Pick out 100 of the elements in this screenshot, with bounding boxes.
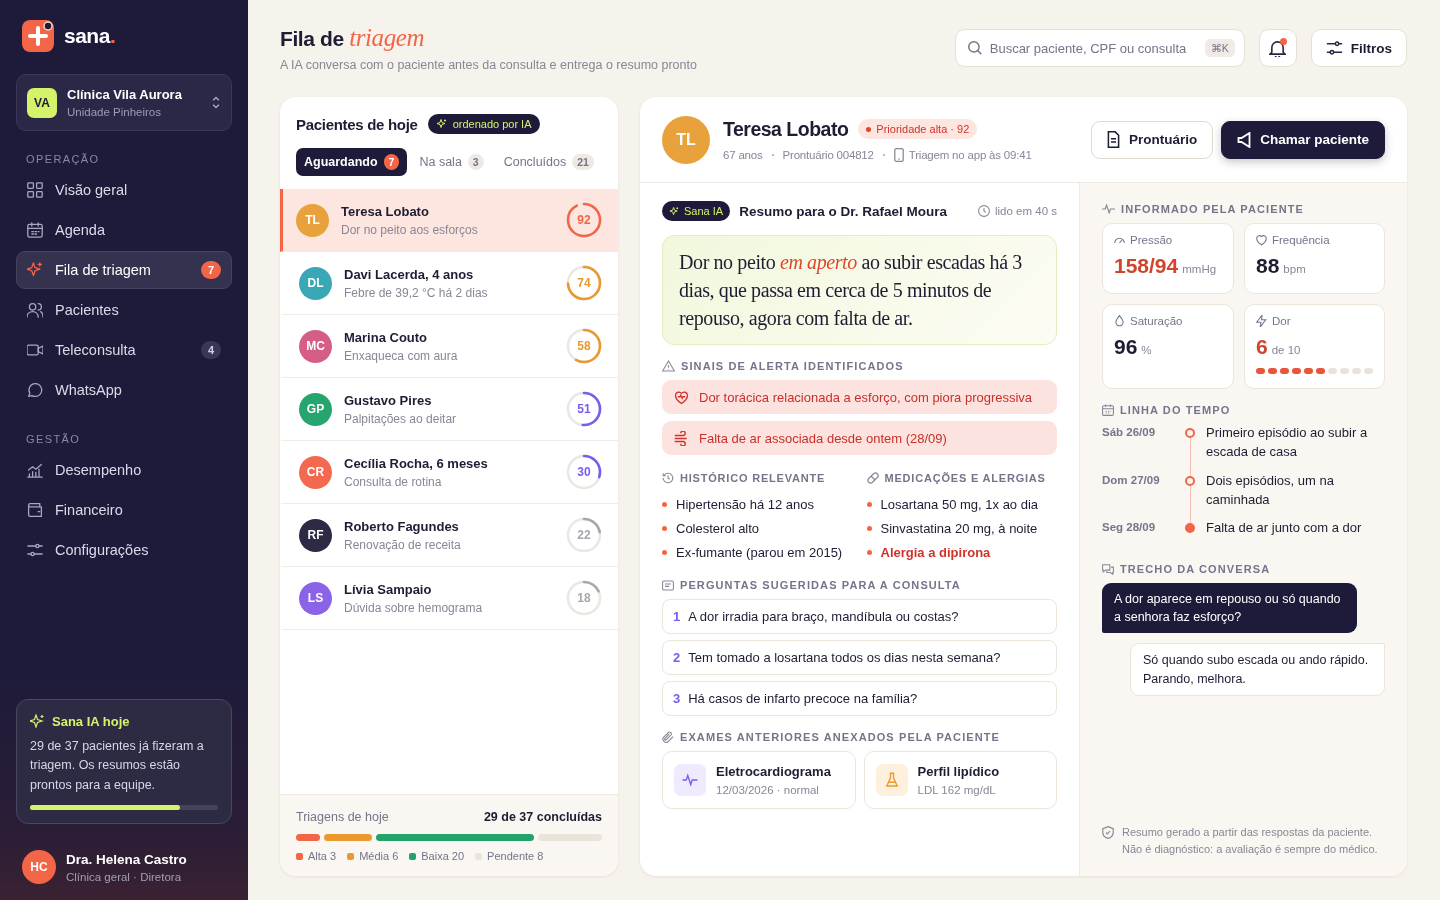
section-title: PERGUNTAS SUGERIDAS PARA A CONSULTA xyxy=(680,579,961,591)
section-title: TRECHO DA CONVERSA xyxy=(1120,563,1271,576)
question-text: Tem tomado a losartana todos os dias nesta semana? xyxy=(688,650,1001,665)
patient-name: Gustavo Pires xyxy=(344,392,433,408)
exam-detail: 12/03/2026 · normal xyxy=(716,784,820,796)
patient-row[interactable]: DL Davi Lacerda, 4 anos Febre de 39,2 °C há 2 dias 74 xyxy=(280,252,618,315)
legend-swatch xyxy=(347,852,355,860)
list-item: Sinvastatina 20 mg, à noite xyxy=(880,520,1038,536)
bell-icon xyxy=(1269,39,1287,57)
vital-value: 158/94 xyxy=(1114,254,1179,278)
section-title: SINAIS DE ALERTA IDENTIFICADOS xyxy=(681,360,904,372)
clock-icon xyxy=(978,205,990,217)
nav-item[interactable]: Visão geral xyxy=(16,171,232,209)
bullet xyxy=(662,525,667,531)
bullet xyxy=(866,525,872,531)
nav-item[interactable]: WhatsApp xyxy=(16,371,232,409)
patient-reason: Renovação de receita xyxy=(344,537,462,552)
read-time: lido em 40 s xyxy=(995,205,1057,217)
patient-avatar: TL xyxy=(662,115,710,164)
exam-name: Perfil lipídico xyxy=(917,764,1000,779)
nav-section-title: GESTÃO xyxy=(26,433,82,445)
patient-row[interactable]: CR Cecília Rocha, 6 meses Consulta de rotina 30 xyxy=(280,441,618,504)
list-item: Colesterol alto xyxy=(676,520,760,536)
patient-avatar: RF xyxy=(299,518,332,552)
settings-icon xyxy=(27,542,43,558)
message-icon xyxy=(662,579,674,591)
patient-avatar: CR xyxy=(299,455,332,489)
vital-label: Saturação xyxy=(1130,315,1183,327)
patient-reason: Enxaqueca com aura xyxy=(344,348,459,363)
timeline-date: Sáb 26/09 xyxy=(1102,425,1157,440)
action-button[interactable]: Prontuário xyxy=(1090,120,1214,159)
clinic-switcher[interactable]: VA Clínica Vila Aurora Unidade Pinheiros xyxy=(16,74,232,131)
ai-card-title: Sana IA hoje xyxy=(52,713,130,729)
nav-item[interactable]: Fila de triagem 7 xyxy=(16,251,232,289)
patient-reason: Consulta de rotina xyxy=(344,474,443,489)
user-role: Clínica geral · Diretora xyxy=(66,870,183,883)
allergy-item: Alergia a dipirona xyxy=(880,544,991,560)
exam-card[interactable]: Perfil lipídico LDL 162 mg/dL xyxy=(863,751,1057,809)
question-text: A dor irradia para braço, mandíbula ou costas? xyxy=(688,609,959,624)
chat-bubbles-icon xyxy=(1102,563,1114,575)
chat-bubble-icon xyxy=(27,382,43,398)
filters-button[interactable]: Filtros xyxy=(1310,29,1407,67)
action-button[interactable]: Chamar paciente xyxy=(1221,120,1385,159)
legend-label: Média 6 xyxy=(359,850,399,862)
queue-tab[interactable]: Na sala 3 xyxy=(411,148,492,176)
nav-item[interactable]: Desempenho xyxy=(16,451,232,489)
pulse-icon xyxy=(1102,204,1115,214)
section-title: MEDICAÇÕES E ALERGIAS xyxy=(884,472,1046,484)
patient-row[interactable]: LS Lívia Sampaio Dúvida sobre hemograma 18 xyxy=(280,567,618,630)
search-icon xyxy=(967,41,982,55)
nav-item[interactable]: Financeiro xyxy=(16,491,232,529)
section-title: HISTÓRICO RELEVANTE xyxy=(680,472,826,484)
bullet xyxy=(866,501,872,507)
patient-row[interactable]: GP Gustavo Pires Palpitações ao deitar 51 xyxy=(280,378,618,441)
exam-card[interactable]: Eletrocardiograma 12/03/2026 · normal xyxy=(662,751,856,809)
patient-avatar: DL xyxy=(299,266,332,300)
nav-item[interactable]: Pacientes xyxy=(16,291,232,329)
priority-score: 22 xyxy=(566,517,602,553)
question-number: 1 xyxy=(673,609,681,624)
panel-title: Pacientes de hoje xyxy=(296,115,418,133)
vital-label: Frequência xyxy=(1272,234,1330,246)
priority-score: 51 xyxy=(566,391,602,427)
legend-swatch xyxy=(409,852,417,860)
nav-item[interactable]: Teleconsulta 4 xyxy=(16,331,232,369)
notifications-button[interactable] xyxy=(1258,29,1297,67)
shortcut-hint: ⌘K xyxy=(1204,39,1235,57)
patient-row[interactable]: TL Teresa Lobato Dor no peito aos esforços 92 xyxy=(280,189,618,252)
patient-avatar: LS xyxy=(299,581,332,615)
patient-name: Teresa Lobato xyxy=(723,117,849,141)
users-icon xyxy=(27,302,43,318)
brand-name: sana. xyxy=(64,24,116,48)
video-camera-icon xyxy=(27,342,43,358)
timeline-text: Primeiro episódio ao subir a escada de casa xyxy=(1206,424,1369,461)
patient-row[interactable]: RF Roberto Fagundes Renovação de receita 22 xyxy=(280,504,618,567)
patient-name: Teresa Lobato xyxy=(341,203,430,219)
paperclip-icon xyxy=(662,731,674,743)
queue-tab[interactable]: Aguardando 7 xyxy=(296,148,408,176)
summary-title: Resumo para o Dr. Rafael Moura xyxy=(739,203,948,219)
chevron-up-down-icon xyxy=(211,96,221,109)
priority-score: 74 xyxy=(566,265,602,301)
patient-row[interactable]: MC Marina Couto Enxaqueca com aura 58 xyxy=(280,315,618,378)
question-text: Há casos de infarto precoce na família? xyxy=(688,691,918,706)
priority-score: 58 xyxy=(566,328,602,364)
wind-icon xyxy=(674,430,689,446)
nav-item[interactable]: Configurações xyxy=(16,531,232,569)
timeline-date: Dom 27/09 xyxy=(1102,472,1161,488)
nav-item[interactable]: Agenda xyxy=(16,211,232,249)
triage-time: Triagem no app às 09:41 xyxy=(908,148,1032,161)
section-title: LINHA DO TEMPO xyxy=(1120,404,1231,416)
ai-badge: Sana IA xyxy=(662,201,731,221)
question-number: 2 xyxy=(673,650,681,665)
vital-unit: % xyxy=(1141,344,1152,356)
queue-tab[interactable]: Concluídos 21 xyxy=(495,148,602,176)
patient-reason: Febre de 39,2 °C há 2 dias xyxy=(344,285,489,300)
question-number: 3 xyxy=(673,691,681,706)
shield-icon xyxy=(1102,825,1114,839)
lightning-icon xyxy=(1256,315,1267,327)
legend-swatch xyxy=(296,852,303,860)
patient-reason: Palpitações ao deitar xyxy=(344,411,458,426)
patient-avatar: GP xyxy=(299,392,332,426)
